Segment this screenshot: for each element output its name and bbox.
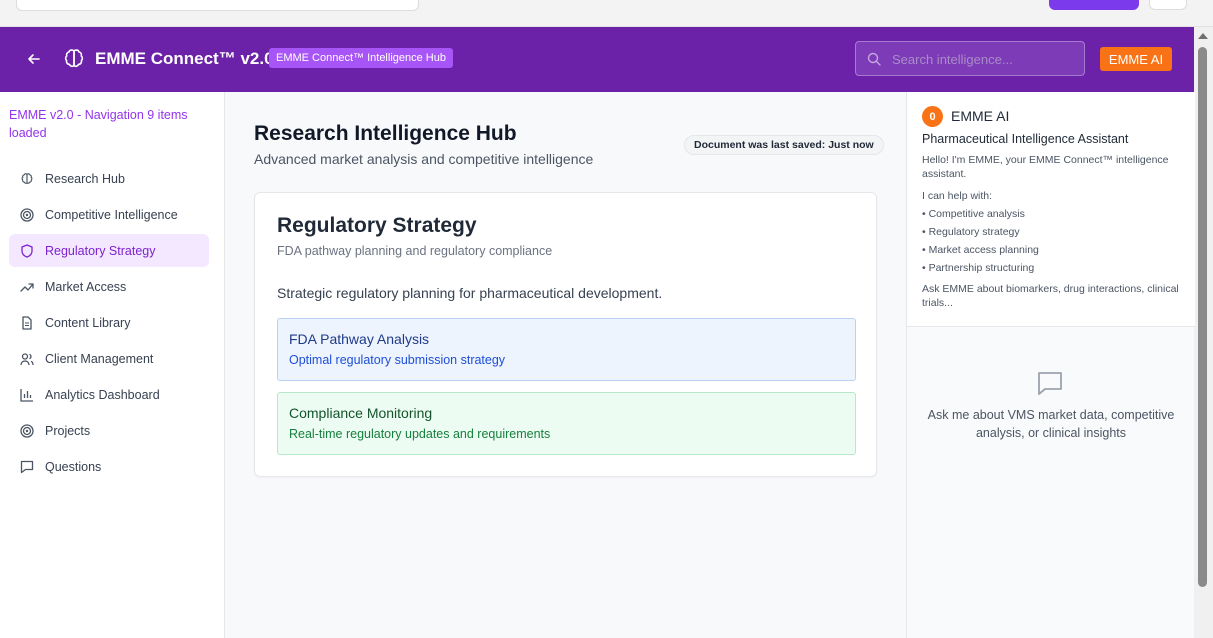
bar-chart-icon bbox=[20, 388, 34, 402]
help-item: • Regulatory strategy bbox=[922, 226, 1020, 238]
top-action-button[interactable] bbox=[1049, 0, 1139, 10]
sidebar-item-label: Research Hub bbox=[45, 171, 125, 186]
page-title: Research Intelligence Hub bbox=[254, 122, 517, 145]
top-secondary-button[interactable] bbox=[1149, 0, 1187, 10]
target-icon bbox=[20, 207, 34, 222]
chat-bubble-icon bbox=[1038, 372, 1062, 395]
help-item: • Competitive analysis bbox=[922, 208, 1025, 220]
sidebar-item-label: Client Management bbox=[45, 351, 154, 366]
sidebar-item-label: Regulatory Strategy bbox=[45, 243, 156, 258]
sidebar-item-label: Analytics Dashboard bbox=[45, 387, 160, 402]
brain-icon bbox=[64, 49, 84, 68]
back-button[interactable] bbox=[22, 47, 46, 71]
shield-icon bbox=[20, 243, 34, 258]
feature-title: Compliance Monitoring bbox=[289, 405, 433, 421]
card-title: Regulatory Strategy bbox=[277, 214, 477, 237]
sidebar-item-analytics-dashboard[interactable]: Analytics Dashboard bbox=[9, 378, 209, 411]
app-header: EMME Connect™ v2.0 EMME Connect™ Intelli… bbox=[0, 27, 1194, 92]
nav-list: Research Hub Competitive Intelligence Re… bbox=[9, 162, 209, 486]
hub-badge: EMME Connect™ Intelligence Hub bbox=[269, 48, 453, 68]
assistant-empty-message: Ask me about VMS market data, competitiv… bbox=[927, 408, 1175, 440]
page-subtitle: Advanced market analysis and competitive… bbox=[254, 151, 594, 167]
feature-title: FDA Pathway Analysis bbox=[289, 331, 430, 347]
browser-top-strip bbox=[0, 0, 1213, 27]
sidebar-item-label: Questions bbox=[45, 459, 102, 474]
assistant-prompt: Ask EMME about biomarkers, drug interact… bbox=[922, 283, 1179, 309]
sidebar-item-label: Projects bbox=[45, 423, 91, 438]
search-icon bbox=[867, 52, 881, 66]
card-description: Strategic regulatory planning for pharma… bbox=[277, 285, 663, 301]
search-box[interactable] bbox=[855, 41, 1085, 76]
emme-ai-button[interactable]: EMME AI bbox=[1100, 47, 1172, 71]
assistant-title: Pharmaceutical Intelligence Assistant bbox=[922, 132, 1129, 146]
sidebar-item-label: Competitive Intelligence bbox=[45, 207, 178, 222]
sidebar-item-competitive-intelligence[interactable]: Competitive Intelligence bbox=[9, 198, 209, 231]
sidebar-item-content-library[interactable]: Content Library bbox=[9, 306, 209, 339]
scrollbar-thumb[interactable] bbox=[1198, 47, 1207, 587]
address-bar[interactable] bbox=[16, 0, 419, 11]
assistant-intro: 0 EMME AI Pharmaceutical Intelligence As… bbox=[907, 92, 1195, 327]
sidebar-item-research-hub[interactable]: Research Hub bbox=[9, 162, 209, 195]
sidebar-item-questions[interactable]: Questions bbox=[9, 450, 209, 483]
scroll-up-arrow[interactable] bbox=[1198, 33, 1208, 39]
regulatory-strategy-card: Regulatory Strategy FDA pathway planning… bbox=[254, 192, 877, 477]
sidebar-item-client-management[interactable]: Client Management bbox=[9, 342, 209, 375]
sidebar: EMME v2.0 - Navigation 9 items loaded Re… bbox=[0, 92, 225, 638]
card-subtitle: FDA pathway planning and regulatory comp… bbox=[277, 244, 553, 258]
sidebar-item-regulatory-strategy[interactable]: Regulatory Strategy bbox=[9, 234, 209, 267]
assistant-help-intro: I can help with: bbox=[922, 190, 993, 202]
assistant-name: EMME AI bbox=[951, 108, 1010, 124]
users-icon bbox=[20, 352, 34, 366]
target-icon bbox=[20, 423, 34, 438]
message-count-badge: 0 bbox=[922, 106, 943, 127]
assistant-panel: 0 EMME AI Pharmaceutical Intelligence As… bbox=[906, 92, 1195, 638]
trending-up-icon bbox=[20, 280, 34, 294]
brain-icon bbox=[20, 172, 34, 186]
document-icon bbox=[20, 315, 34, 330]
page-scrollbar[interactable] bbox=[1194, 27, 1213, 638]
navigation-status: EMME v2.0 - Navigation 9 items loaded bbox=[9, 108, 188, 140]
arrow-left-icon bbox=[28, 54, 40, 64]
save-status-badge: Document was last saved: Just now bbox=[684, 135, 884, 155]
sidebar-item-market-access[interactable]: Market Access bbox=[9, 270, 209, 303]
help-item: • Partnership structuring bbox=[922, 262, 1035, 274]
sidebar-item-label: Market Access bbox=[45, 279, 127, 294]
message-icon bbox=[20, 460, 34, 474]
search-input[interactable] bbox=[892, 50, 1077, 68]
assistant-greeting: Hello! I'm EMME, your EMME Connect™ inte… bbox=[922, 154, 1169, 180]
sidebar-item-label: Content Library bbox=[45, 315, 131, 330]
feature-subtitle: Optimal regulatory submission strategy bbox=[289, 353, 506, 367]
sidebar-item-projects[interactable]: Projects bbox=[9, 414, 209, 447]
help-item: • Market access planning bbox=[922, 244, 1039, 256]
feature-subtitle: Real-time regulatory updates and require… bbox=[289, 427, 551, 441]
compliance-monitoring-card[interactable]: Compliance Monitoring Real-time regulato… bbox=[277, 392, 856, 455]
fda-pathway-analysis-card[interactable]: FDA Pathway Analysis Optimal regulatory … bbox=[277, 318, 856, 381]
app-title: EMME Connect™ v2.0 bbox=[95, 49, 274, 68]
main-content: Research Intelligence Hub Advanced marke… bbox=[225, 92, 906, 638]
